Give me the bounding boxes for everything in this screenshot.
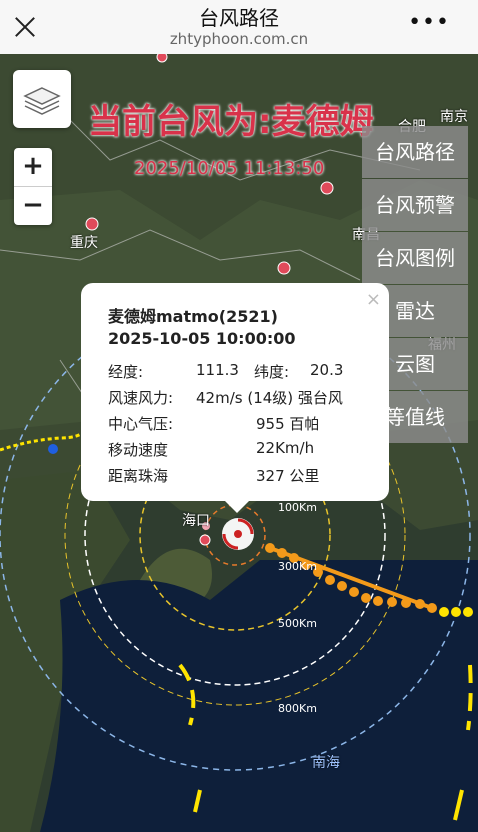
row-value: 327 公里: [256, 467, 320, 485]
ring-label-300: 300Km: [278, 560, 317, 573]
row-label: 经度:: [108, 363, 144, 381]
place-haikou: 海口: [182, 513, 210, 529]
place-nanjing: 南京: [440, 109, 468, 125]
row-value: 111.3: [196, 361, 239, 379]
top-bar: 台风路径 zhtyphoon.com.cn •••: [0, 0, 478, 54]
row-label: 移动速度: [108, 441, 169, 459]
typhoon-time: 2025-10-05 10:00:00: [108, 329, 296, 348]
layers-button[interactable]: [13, 70, 71, 128]
row-label: 中心气压:: [108, 415, 174, 433]
typhoon-info-popup: × 麦德姆matmo(2521) 2025-10-05 10:00:00 经度:…: [81, 283, 389, 513]
row-label: 距离珠海: [108, 467, 169, 485]
current-typhoon-label: 当前台风为:麦德姆: [88, 102, 374, 142]
page-title: 台风路径: [199, 6, 279, 30]
place-nanhai: 南海: [312, 755, 340, 771]
row-value: 22Km/h: [256, 439, 315, 457]
ring-label-100: 100Km: [278, 501, 317, 514]
row-label2: 纬度:: [254, 363, 290, 381]
row-speed: 移动速度 22Km/h: [108, 439, 314, 460]
place-chongqing: 重庆: [70, 235, 98, 251]
row-label: 风速风力:: [108, 389, 174, 407]
menu-typhoon-path[interactable]: 台风路径: [362, 126, 468, 178]
ring-label-500: 500Km: [278, 617, 317, 630]
typhoon-name: 麦德姆matmo(2521): [108, 307, 278, 326]
row-value: 955 百帕: [256, 415, 320, 433]
zoom-control: + −: [14, 148, 52, 225]
zoom-in-button[interactable]: +: [14, 148, 52, 187]
layers-icon: [23, 87, 61, 115]
row-pressure: 中心气压: 955 百帕: [108, 413, 319, 434]
row-value: 42m/s (14级) 强台风: [196, 389, 343, 407]
row-wind: 风速风力: 42m/s (14级) 强台风: [108, 387, 343, 408]
ring-label-800: 800Km: [278, 702, 317, 715]
menu-typhoon-warning[interactable]: 台风预警: [362, 179, 468, 231]
zoom-out-button[interactable]: −: [14, 187, 52, 225]
menu-typhoon-legend[interactable]: 台风图例: [362, 232, 468, 284]
more-icon[interactable]: •••: [408, 10, 450, 35]
row-distance: 距离珠海 327 公里: [108, 465, 319, 486]
row-lonlat: 经度: 111.3 纬度: 20.3: [108, 361, 343, 382]
typhoon-icon[interactable]: [222, 518, 254, 550]
current-time: 2025/10/05 11:13:50: [134, 158, 325, 179]
page-url: zhtyphoon.com.cn: [169, 30, 309, 48]
row-value2: 20.3: [310, 361, 344, 379]
popup-close-icon[interactable]: ×: [366, 289, 381, 310]
